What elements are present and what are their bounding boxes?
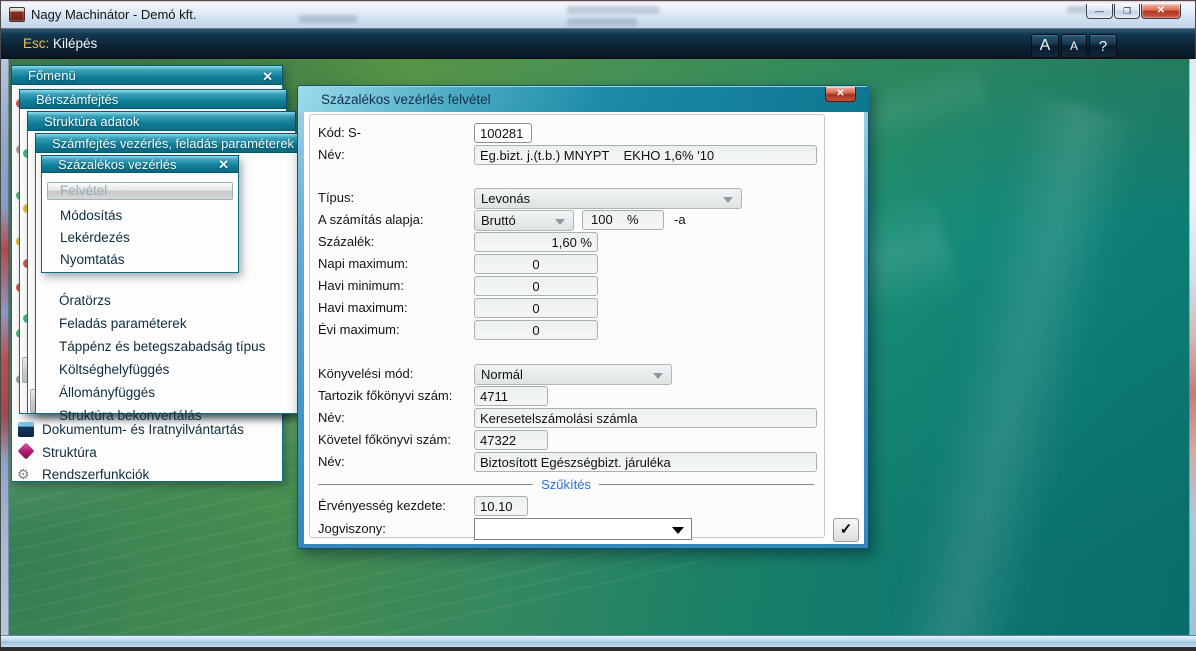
glass-reflection [299, 15, 357, 23]
tartozik-input[interactable] [474, 386, 548, 406]
szazalek-label: Százalék: [318, 232, 374, 252]
menu-title: Főmenü [28, 68, 76, 83]
menu-item-oratorzs[interactable]: Óratörzs [36, 289, 304, 312]
chevron-down-icon [723, 197, 733, 203]
esc-exit-command[interactable]: Esc: Kilépés [23, 36, 97, 51]
menu-item-struktura[interactable]: Struktúra [12, 441, 282, 464]
kovetel-label: Követel főkönyvi szám: [318, 430, 451, 450]
menu-title: Számfejtés vezérlés, feladás paraméterek [52, 136, 294, 151]
font-increase-button[interactable]: A [1031, 34, 1059, 58]
menu-item-koltseghelyfugges[interactable]: Költséghelyfüggés [36, 358, 304, 381]
jogviszony-label: Jogviszony: [318, 519, 386, 539]
szazalek-input[interactable] [474, 232, 598, 252]
alap-suffix: -a [674, 210, 686, 230]
dialog-body: Kód: S- Név: Típus: Levonás A számítás a… [304, 112, 864, 544]
window-frame-bottom [1, 635, 1196, 647]
kod-label: Kód: [318, 123, 345, 143]
glass-reflection [567, 6, 659, 14]
menu-body-szazalekos-vezerles: Felvétel Módosítás Lekérdezés Nyomtatás [41, 173, 239, 273]
menu-item-tappenz[interactable]: Táppénz és betegszabadság típus [36, 335, 304, 358]
document-registry-icon [18, 422, 34, 437]
tipus-select[interactable]: Levonás [474, 188, 742, 209]
evi-max-input[interactable] [474, 320, 598, 340]
napi-max-input[interactable] [474, 254, 598, 274]
napi-max-label: Napi maximum: [318, 254, 408, 274]
dialog-title: Százalékos vezérlés felvétel [321, 92, 491, 107]
app-menubar: Esc: Kilépés A A ? [1, 29, 1195, 59]
nev1-label: Név: [318, 145, 345, 165]
menu-item-lekerdezes[interactable]: Lekérdezés [42, 226, 238, 249]
menu-item-feladas-parameterek[interactable]: Feladás paraméterek [36, 312, 304, 335]
esc-key-label: Esc: [23, 36, 49, 51]
gears-icon: ⚙ [17, 463, 30, 486]
menu-header-fomenu[interactable]: Főmenü ✕ [11, 65, 283, 85]
konyvelesi-select[interactable]: Normál [474, 364, 672, 385]
nev1-input[interactable] [474, 145, 817, 165]
menu-title: Százalékos vezérlés [58, 157, 177, 172]
structure-cube-icon [18, 443, 35, 460]
szukites-label: Szűkítés [533, 477, 599, 492]
help-button[interactable]: ? [1089, 34, 1117, 58]
menu-title: Bérszámfejtés [36, 92, 118, 107]
menu-item-nyomtatas[interactable]: Nyomtatás [42, 248, 238, 271]
kovetel-input[interactable] [474, 430, 548, 450]
nev2-input[interactable] [474, 408, 817, 428]
evi-max-label: Évi maximum: [318, 320, 400, 340]
maximize-button[interactable]: ❐ [1114, 4, 1140, 19]
alap-label: A számítás alapja: [318, 210, 424, 230]
confirm-button[interactable]: ✓ [833, 518, 859, 542]
close-icon[interactable]: ✕ [262, 67, 273, 86]
menu-header-szamfejtes-vezerles[interactable]: Számfejtés vezérlés, feladás paraméterek [35, 133, 305, 153]
client-area: Főmenü ✕ Dokumentum- és Iratnyilvántartá… [1, 59, 1196, 635]
menu-item-felvetel-selected[interactable]: Felvétel [47, 182, 233, 200]
menu-header-szazalekos-vezerles[interactable]: Százalékos vezérlés ✕ [41, 155, 239, 173]
jogviszony-combobox[interactable] [474, 518, 692, 540]
kod-input[interactable] [474, 123, 532, 143]
app-window: Nagy Machinátor - Demó kft. — ❐ ✕ Esc: K… [0, 0, 1196, 646]
tartozik-label: Tartozik főkönyvi szám: [318, 386, 452, 406]
konyvelesi-label: Könyvelési mód: [318, 364, 413, 384]
menu-item-rendszerfunkciok[interactable]: ⚙ Rendszerfunkciók [12, 463, 282, 486]
menu-item-allomanyfugges[interactable]: Állományfüggés [36, 381, 304, 404]
menu-item-struktura-bekonvertalas[interactable]: Struktúra bekonvertálás [36, 404, 304, 427]
nev2-label: Név: [318, 408, 345, 428]
dialog-close-button[interactable]: ✕ [825, 87, 856, 102]
window-frame-right [1189, 59, 1196, 635]
ervenyesseg-label: Érvényesség kezdete: [318, 496, 446, 516]
kod-prefix: S- [348, 123, 361, 143]
chevron-down-icon [653, 373, 663, 379]
szukites-separator: Szűkítés [318, 474, 814, 494]
menu-title: Struktúra adatok [44, 114, 139, 129]
tipus-label: Típus: [318, 188, 354, 208]
app-titlebar[interactable]: Nagy Machinátor - Demó kft. — ❐ ✕ [1, 1, 1195, 29]
alap-percent-input[interactable]: 100 % [582, 210, 664, 230]
close-button[interactable]: ✕ [1141, 4, 1181, 19]
window-frame-left [1, 59, 9, 635]
havi-max-label: Havi maximum: [318, 298, 408, 318]
havi-min-input[interactable] [474, 276, 598, 296]
havi-min-label: Havi minimum: [318, 276, 404, 296]
alap-select[interactable]: Bruttó [474, 210, 574, 231]
font-decrease-button[interactable]: A [1061, 34, 1087, 58]
minimize-button[interactable]: — [1086, 4, 1113, 19]
exit-label: Kilépés [53, 36, 97, 51]
close-icon[interactable]: ✕ [218, 156, 229, 173]
menu-item-modositas[interactable]: Módosítás [42, 204, 238, 227]
havi-max-input[interactable] [474, 298, 598, 318]
menu-header-struktura-adatok[interactable]: Struktúra adatok [27, 111, 296, 131]
menu-header-berszamfejtes[interactable]: Bérszámfejtés [19, 89, 287, 109]
chevron-down-icon [555, 219, 565, 225]
chevron-down-icon [672, 527, 684, 534]
ervenyesseg-input[interactable] [474, 496, 528, 516]
nev3-label: Név: [318, 452, 345, 472]
app-title: Nagy Machinátor - Demó kft. [31, 7, 196, 22]
menu-window-szazalekos-vezerles: Százalékos vezérlés ✕ Felvétel Módosítás… [41, 155, 239, 273]
dialog-szazalekos-felvetel: Százalékos vezérlés felvétel ✕ Kód: S- N… [297, 85, 869, 549]
nev3-input[interactable] [474, 452, 817, 472]
dialog-titlebar[interactable]: Százalékos vezérlés felvétel [299, 87, 869, 112]
app-icon [9, 7, 25, 22]
glass-reflection [567, 18, 637, 26]
